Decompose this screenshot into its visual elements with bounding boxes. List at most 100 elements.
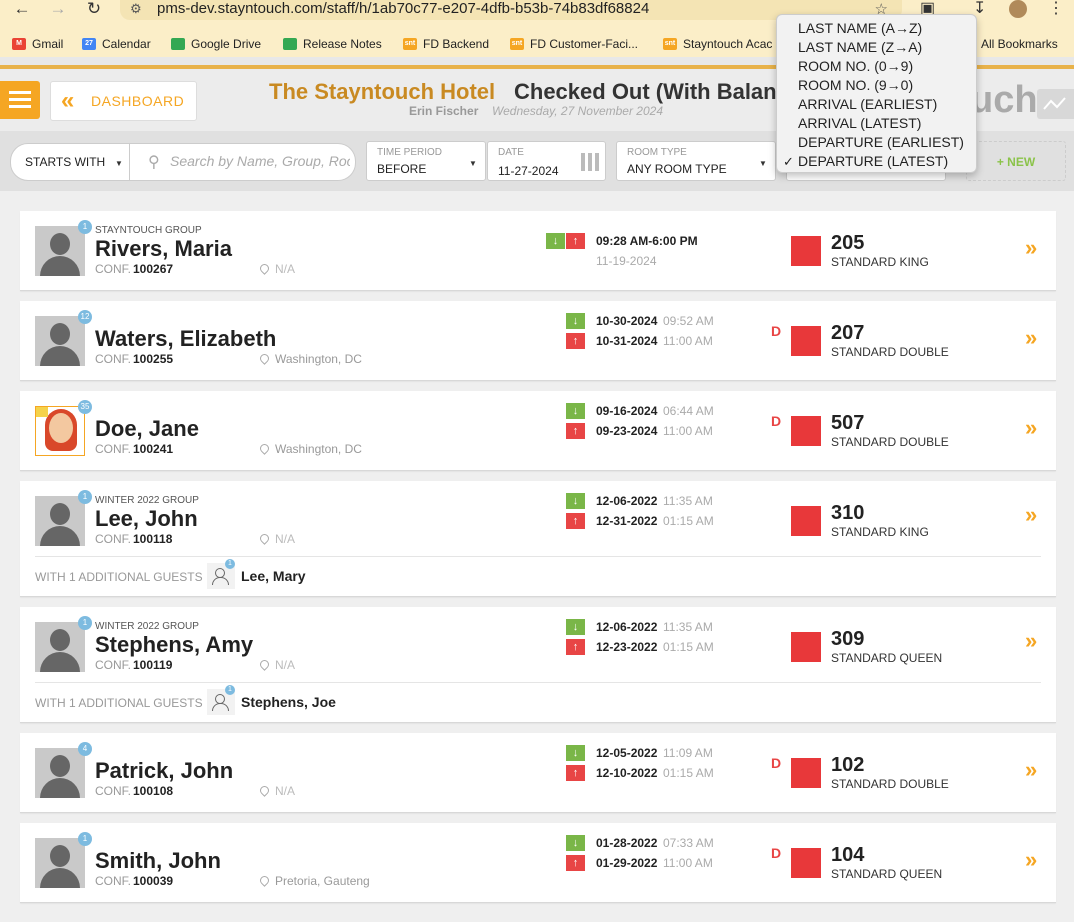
guest-avatar (35, 496, 85, 546)
departure-date: 10-31-2024 (596, 334, 658, 348)
departure-date: 12-10-2022 (596, 766, 658, 780)
location-pin-icon (258, 532, 271, 545)
departure-time: 01:15 AM (663, 514, 714, 528)
back-icon[interactable]: ← (12, 0, 32, 18)
bookmark-fd-backend[interactable]: snt FD Backend (403, 37, 489, 51)
all-bookmarks[interactable]: All Bookmarks (981, 37, 1058, 51)
room-type: STANDARD KING (831, 525, 929, 539)
guest-name[interactable]: Stephens, Amy (95, 632, 253, 658)
departure-arrow-icon: ↑ (566, 233, 585, 249)
url-text[interactable]: pms-dev.stayntouch.com/staff/h/1ab70c77-… (157, 0, 649, 18)
open-reservation-chevron-icon[interactable]: » (1025, 325, 1037, 351)
sort-option-last-name-asc[interactable]: LAST NAME (A→Z) (798, 20, 922, 36)
bookmark-google-drive[interactable]: Google Drive (171, 37, 261, 51)
room-type: STANDARD KING (831, 255, 929, 269)
browser-menu-icon[interactable]: ⋮ (1048, 0, 1064, 18)
guest-name[interactable]: Waters, Elizabeth (95, 326, 276, 352)
room-number: 205 (831, 232, 865, 254)
guest-location: Pretoria, Gauteng (275, 874, 370, 888)
time-range: 09:28 AM-6:00 PM (596, 234, 698, 248)
room-number: 102 (831, 754, 865, 776)
guest-name[interactable]: Doe, Jane (95, 416, 199, 442)
guest-location: N/A (275, 532, 296, 546)
reservation-card[interactable]: 4 Patrick, John CONF. 100108 N/A ↓ 12-05… (20, 733, 1056, 813)
confirmation-number: 100118 (133, 532, 173, 546)
guest-location: N/A (275, 262, 296, 276)
divider (35, 556, 1041, 557)
departure-time: 01:15 AM (663, 766, 714, 780)
reservation-card[interactable]: 12 Waters, Elizabeth CONF. 100255 Washin… (20, 301, 1056, 381)
time-period-select[interactable]: TIME PERIOD BEFORE ▼ (366, 141, 486, 181)
confirmation-number: 100267 (133, 262, 174, 276)
sort-option-arrival-latest[interactable]: ARRIVAL (LATEST) (798, 115, 921, 131)
sort-option-departure-earliest[interactable]: DEPARTURE (EARLIEST) (798, 134, 964, 150)
room-status-indicator (791, 848, 821, 878)
open-reservation-chevron-icon[interactable]: » (1025, 502, 1037, 528)
bookmark-release-notes[interactable]: Release Notes (283, 37, 382, 51)
guest-location: Washington, DC (275, 442, 362, 456)
activity-button[interactable] (1037, 89, 1074, 119)
departure-arrow-icon: ↑ (566, 855, 585, 871)
open-reservation-chevron-icon[interactable]: » (1025, 628, 1037, 654)
reservation-card[interactable]: 1 WINTER 2022 GROUP Lee, John CONF. 1001… (20, 481, 1056, 597)
sort-option-last-name-desc[interactable]: LAST NAME (Z→A) (798, 39, 922, 55)
open-reservation-chevron-icon[interactable]: » (1025, 235, 1037, 261)
room-number: 104 (831, 844, 865, 866)
guest-name[interactable]: Smith, John (95, 848, 221, 874)
sort-option-arrival-earliest[interactable]: ARRIVAL (EARLIEST) (798, 96, 937, 112)
departure-date: 01-29-2022 (596, 856, 658, 870)
bookmark-calendar[interactable]: 27 Calendar (82, 37, 151, 51)
guest-avatar (35, 622, 85, 672)
departure-date: 09-23-2024 (596, 424, 658, 438)
additional-guest-count-badge: 1 (225, 559, 235, 569)
hamburger-menu-button[interactable] (0, 81, 40, 119)
sort-option-room-asc[interactable]: ROOM NO. (0→9) (798, 58, 913, 74)
profile-avatar[interactable] (1009, 0, 1027, 18)
open-reservation-chevron-icon[interactable]: » (1025, 757, 1037, 783)
reload-icon[interactable]: ↻ (84, 0, 104, 18)
room-type: STANDARD DOUBLE (831, 435, 949, 449)
forward-icon[interactable]: → (48, 0, 68, 18)
departure-flag: D (771, 413, 782, 429)
reservation-card[interactable]: 1 WINTER 2022 GROUP Stephens, Amy CONF. … (20, 607, 1056, 723)
sort-option-room-desc[interactable]: ROOM NO. (9→0) (798, 77, 913, 93)
sort-option-departure-latest[interactable]: DEPARTURE (LATEST) (798, 153, 948, 169)
additional-guest-name[interactable]: Lee, Mary (241, 568, 306, 584)
guest-location: N/A (275, 658, 296, 672)
calendar-icon (581, 153, 599, 171)
hotel-name: The Stayntouch Hotel (269, 79, 496, 104)
room-type-select[interactable]: ROOM TYPE ANY ROOM TYPE ▼ (616, 141, 776, 181)
guest-name[interactable]: Patrick, John (95, 758, 233, 784)
arrival-time: 06:44 AM (663, 404, 714, 418)
open-reservation-chevron-icon[interactable]: » (1025, 415, 1037, 441)
site-settings-icon[interactable]: ⚙ (130, 1, 142, 17)
new-reservation-button[interactable]: + NEW (966, 141, 1066, 181)
reservation-card[interactable]: 35 Doe, Jane CONF. 100241 Washington, DC… (20, 391, 1056, 471)
reservation-card[interactable]: 1 Smith, John CONF. 100039 Pretoria, Gau… (20, 823, 1056, 903)
stayntouch-icon: snt (663, 38, 677, 50)
search-input[interactable] (170, 153, 350, 169)
room-status-indicator (791, 506, 821, 536)
room-status-indicator (791, 416, 821, 446)
departure-date: 12-31-2022 (596, 514, 658, 528)
arrival-date: 10-30-2024 (596, 314, 658, 328)
open-reservation-chevron-icon[interactable]: » (1025, 847, 1037, 873)
location-pin-icon (258, 352, 271, 365)
starts-with-select[interactable]: STARTS WITH ▼ (10, 143, 130, 181)
guest-name[interactable]: Rivers, Maria (95, 236, 232, 262)
caret-down-icon: ▼ (115, 159, 123, 168)
bookmark-gmail[interactable]: M Gmail (12, 37, 63, 51)
additional-guest-name[interactable]: Stephens, Joe (241, 694, 336, 710)
guest-name[interactable]: Lee, John (95, 506, 198, 532)
departure-arrow-icon: ↑ (566, 513, 585, 529)
reservation-card[interactable]: 1 STAYNTOUCH GROUP Rivers, Maria CONF. 1… (20, 211, 1056, 291)
search-box[interactable]: ⚲ (130, 143, 356, 181)
caret-down-icon: ▼ (759, 159, 767, 168)
bookmark-stayntouch-academy[interactable]: snt Stayntouch Acac (663, 37, 772, 51)
date-picker[interactable]: DATE 11-27-2024 (487, 141, 606, 181)
room-status-indicator (791, 236, 821, 266)
dashboard-button[interactable]: « DASHBOARD (50, 81, 197, 121)
guest-avatar (35, 406, 85, 456)
bookmark-fd-customer[interactable]: snt FD Customer-Faci... (510, 37, 638, 51)
arrival-arrow-icon: ↓ (566, 313, 585, 329)
